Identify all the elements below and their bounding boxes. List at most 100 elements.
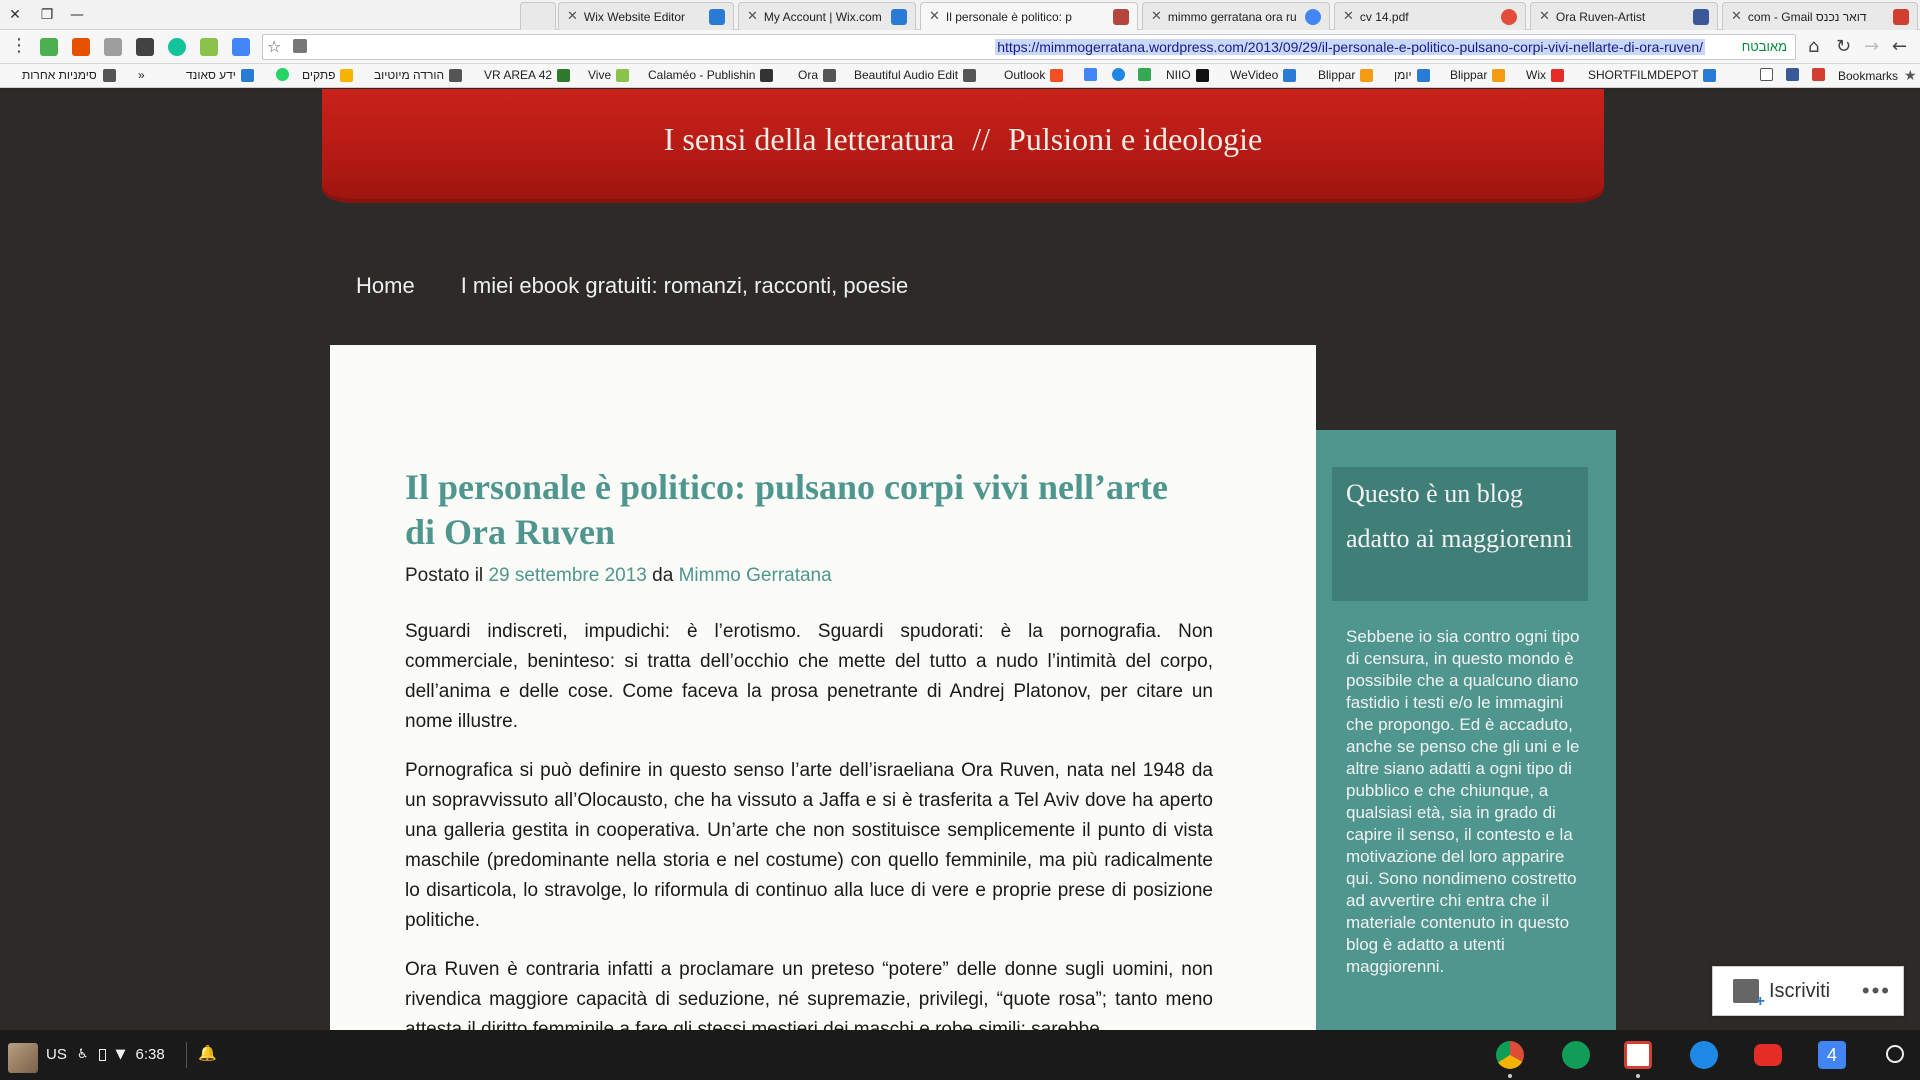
back-icon[interactable]: ← — [1892, 36, 1907, 57]
site-title-separator: // — [972, 121, 991, 157]
secure-label[interactable]: מאובטח — [1742, 39, 1787, 54]
tab-google-search[interactable]: ✕ mimmo gerratana ora ru — [1142, 2, 1330, 30]
close-tab-icon[interactable]: ✕ — [1343, 9, 1354, 24]
bookmark-favicon-icon — [1084, 68, 1097, 81]
site-title-main: I sensi della letteratura — [663, 121, 955, 157]
nav-item-home[interactable]: Home — [356, 273, 415, 299]
accessibility-icon: ♿ — [76, 1047, 89, 1062]
site-title[interactable]: I sensi della letteratura // Pulsioni e id… — [322, 121, 1604, 158]
more-options-icon[interactable]: ••• — [1862, 978, 1891, 1004]
bookmark-item[interactable] — [1138, 68, 1156, 81]
close-tab-icon[interactable]: ✕ — [1539, 9, 1550, 24]
bookmark-item[interactable]: Blippar — [1318, 68, 1378, 82]
forward-icon[interactable]: → — [1864, 36, 1879, 57]
bookmark-favicon-icon — [760, 68, 774, 82]
bookmark-overflow[interactable]: » — [138, 68, 145, 82]
tab-ora-ruven-facebook[interactable]: ✕ Ora Ruven-Artist — [1530, 2, 1718, 30]
extension-icon[interactable] — [136, 38, 154, 56]
app-launcher-icon[interactable] — [1886, 1045, 1904, 1063]
gmail-app-icon[interactable] — [1624, 1041, 1652, 1069]
bookmark-item[interactable]: Wix — [1526, 68, 1569, 82]
files-icon[interactable] — [1690, 1041, 1718, 1069]
address-bar[interactable]: ☆ https://mimmogerratana.wordpress.com/2… — [262, 34, 1796, 60]
close-window-icon[interactable]: ✕ — [4, 4, 26, 26]
post-meta-by: da — [652, 565, 674, 586]
hangouts-icon[interactable] — [1562, 1041, 1590, 1069]
bookmark-item[interactable]: Ora — [798, 68, 841, 82]
bookmark-item[interactable]: הורדה מיוטיוב — [374, 68, 467, 82]
status-area[interactable]: US ♿ ▼ 6:38 — [46, 1046, 165, 1063]
reload-icon[interactable]: ↻ — [1836, 36, 1851, 57]
bookmark-item[interactable]: ידע סאונד — [186, 68, 259, 82]
close-tab-icon[interactable]: ✕ — [929, 9, 940, 24]
tab-new[interactable] — [520, 2, 556, 30]
home-icon[interactable]: ⌂ — [1808, 36, 1819, 57]
extension-icon[interactable] — [104, 38, 122, 56]
bookmark-favicon-icon — [1492, 68, 1506, 82]
skype-icon — [1112, 68, 1125, 81]
close-tab-icon[interactable]: ✕ — [567, 9, 578, 24]
bookmark-item[interactable]: Blippar — [1450, 68, 1510, 82]
bookmark-favicon-icon — [240, 68, 254, 82]
bookmark-item[interactable]: יומן — [1394, 68, 1435, 82]
bookmark-bookmarks[interactable]: Bookmarks ★ — [1838, 68, 1917, 84]
tab-wix-editor[interactable]: ✕ Wix Website Editor — [558, 2, 734, 30]
bookmark-favicon-icon — [823, 68, 837, 82]
folder-icon — [102, 68, 116, 82]
grammarly-icon[interactable] — [168, 38, 186, 56]
youtube-app-icon[interactable] — [1754, 1044, 1782, 1066]
bookmark-star-icon[interactable]: ☆ — [267, 37, 281, 56]
close-tab-icon[interactable]: ✕ — [747, 9, 758, 24]
url-text[interactable]: https://mimmogerratana.wordpress.com/201… — [995, 39, 1705, 55]
bookmark-item[interactable]: Beautiful Audio Edit — [854, 68, 981, 82]
bookmark-item[interactable] — [1786, 68, 1804, 81]
bookmark-item[interactable] — [1760, 68, 1778, 81]
bookmark-item[interactable] — [276, 68, 294, 81]
post-title[interactable]: Il personale è politico: pulsano corpi v… — [405, 465, 1205, 555]
extension-icon[interactable] — [72, 38, 90, 56]
gmail-favicon-icon — [1893, 8, 1909, 25]
keep-icon — [340, 68, 354, 82]
nav-item-ebooks[interactable]: I miei ebook gratuiti: romanzi, racconti… — [461, 273, 909, 299]
tab-active-blog-post[interactable]: ✕ Il personale è politico: p — [920, 2, 1138, 30]
calendar-app-icon[interactable]: 4 — [1818, 1041, 1846, 1069]
bookmark-item[interactable]: WeVideo — [1230, 68, 1301, 82]
user-avatar[interactable] — [8, 1043, 38, 1073]
extension-icon[interactable] — [40, 38, 58, 56]
bookmark-item[interactable]: Vive — [588, 68, 634, 82]
wifi-icon: ▼ — [115, 1047, 126, 1062]
bookmark-other[interactable]: סימניות אחרות — [22, 68, 116, 82]
notification-bell-icon[interactable]: 🔔 — [198, 1044, 217, 1062]
keyboard-locale: US — [46, 1046, 67, 1063]
bookmark-item[interactable]: פתקים — [302, 68, 358, 82]
bookmark-item[interactable]: Outlook — [1004, 68, 1068, 82]
close-tab-icon[interactable]: ✕ — [1731, 9, 1742, 24]
menu-kebab-icon[interactable]: ⋮ — [10, 35, 28, 56]
translate-icon[interactable] — [232, 38, 250, 56]
blog-favicon-icon — [1113, 8, 1129, 25]
restore-window-icon[interactable]: ❐ — [36, 4, 58, 26]
extension-icon[interactable] — [200, 38, 218, 56]
close-tab-icon[interactable]: ✕ — [1151, 9, 1162, 24]
widget-text: Sebbene io sia contro ogni tipo di censu… — [1346, 627, 1580, 976]
bookmark-item[interactable]: Calaméo - Publishin — [648, 68, 778, 82]
bookmark-item[interactable] — [1812, 68, 1830, 81]
clock: 6:38 — [135, 1046, 165, 1063]
chrome-icon[interactable] — [1496, 1041, 1524, 1069]
bookmark-item[interactable]: VR AREA 42 — [484, 68, 575, 82]
tab-cv-pdf[interactable]: ✕ cv 14.pdf — [1334, 2, 1526, 30]
cast-icon[interactable] — [293, 39, 307, 53]
document-icon — [1760, 68, 1773, 81]
post-author-link[interactable]: Mimmo Gerratana — [679, 565, 832, 586]
bookmark-item[interactable] — [1112, 68, 1130, 81]
bookmark-favicon-icon — [1360, 68, 1374, 82]
post-paragraph: Ora Ruven è contraria infatti a proclama… — [405, 959, 1213, 1030]
bookmark-item[interactable]: SHORTFILMDEPOT — [1588, 68, 1721, 82]
bookmark-item[interactable]: NIIO — [1166, 68, 1214, 82]
bookmark-item[interactable] — [1084, 68, 1102, 81]
post-date-link[interactable]: 29 settembre 2013 — [488, 565, 646, 586]
tab-wix-account[interactable]: ✕ My Account | Wix.com — [738, 2, 916, 30]
follow-button[interactable]: Iscriviti ••• — [1712, 966, 1904, 1016]
minimize-window-icon[interactable]: — — [66, 4, 88, 26]
tab-gmail[interactable]: ✕ com - Gmail דואר נכנס — [1722, 2, 1918, 30]
